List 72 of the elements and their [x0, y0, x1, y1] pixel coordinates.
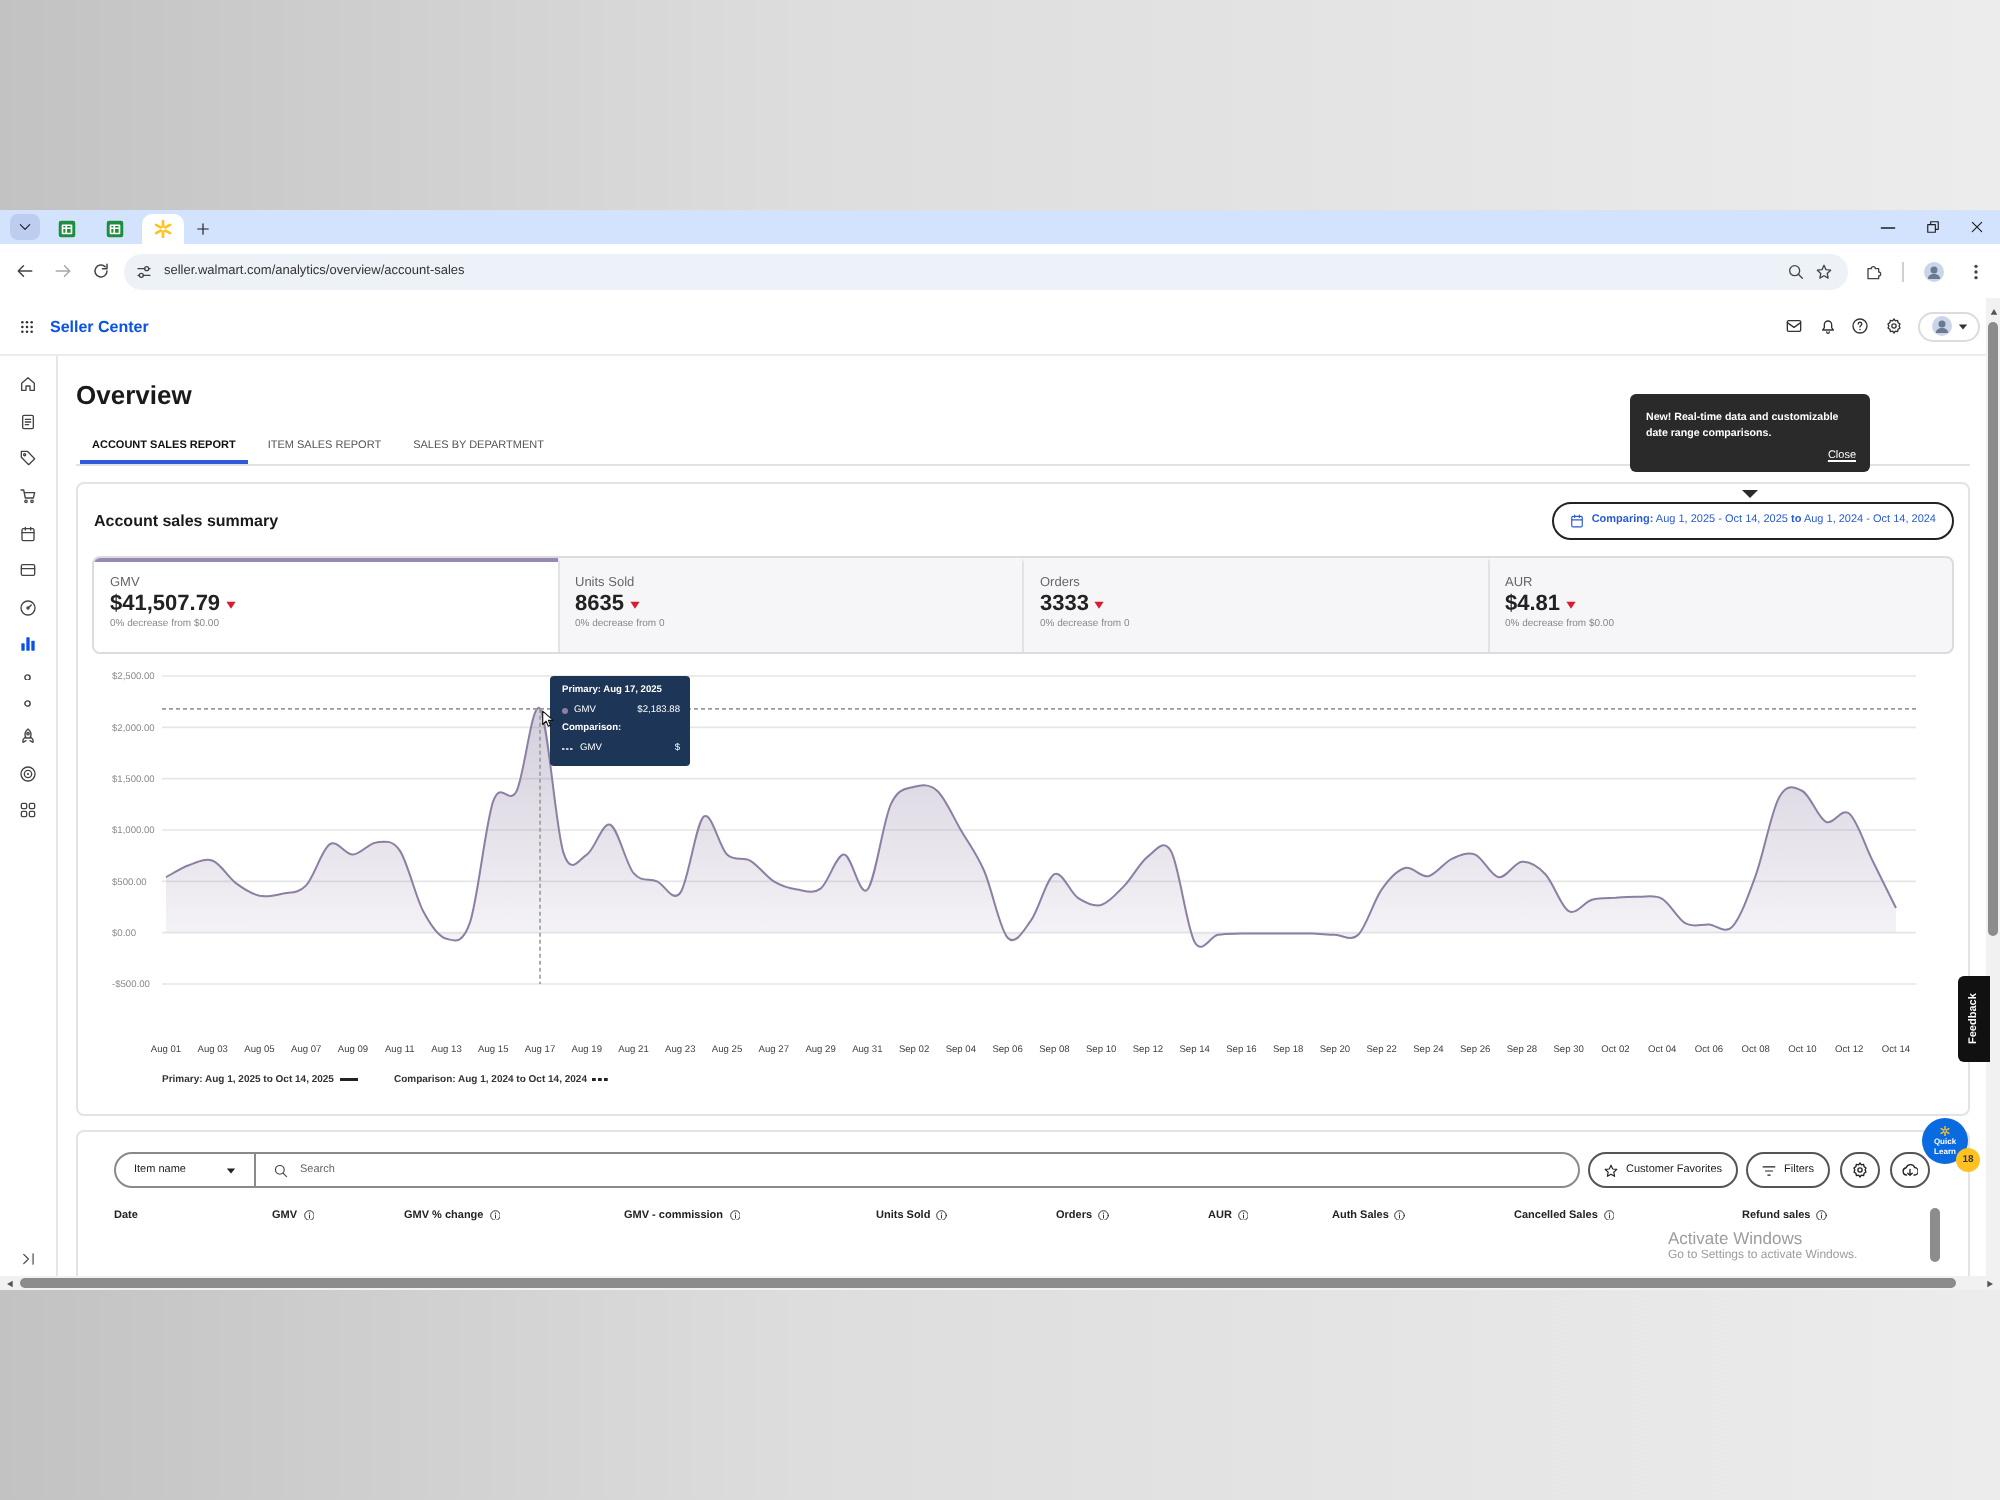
settings-icon [1852, 1162, 1868, 1178]
brand-title[interactable]: Seller Center [50, 317, 149, 335]
close-icon[interactable] [1970, 220, 1984, 234]
scrollbar-thumb[interactable] [1988, 322, 1998, 936]
avatar-icon [1931, 316, 1951, 336]
line-swatch-icon [339, 1078, 358, 1082]
tag-icon[interactable] [20, 450, 36, 467]
help-icon[interactable] [1852, 318, 1868, 334]
spreadsheet-icon [58, 220, 76, 238]
spark-icon [154, 220, 172, 238]
vertical-scrollbar[interactable] [1986, 298, 2000, 1276]
magnifier-icon[interactable] [1788, 263, 1804, 279]
filter-lines-icon [1762, 1163, 1777, 1177]
chevron-down-icon [18, 220, 32, 234]
circle-icon[interactable] [24, 673, 32, 681]
info-icon[interactable] [1816, 1209, 1828, 1221]
sliders-icon[interactable] [136, 263, 152, 279]
mail-icon[interactable] [1786, 318, 1802, 334]
table-settings-button[interactable] [1840, 1152, 1880, 1188]
profile-avatar-icon[interactable] [1924, 261, 1944, 281]
spark-icon [1940, 1126, 1950, 1136]
gauge-icon[interactable] [20, 599, 36, 616]
dashed-line-swatch-icon [592, 1078, 611, 1082]
app-launcher-icon[interactable] [20, 319, 34, 333]
settings-icon[interactable] [1885, 318, 1901, 334]
calendar-icon[interactable] [20, 525, 36, 542]
table-scrollbar[interactable] [1930, 1208, 1940, 1262]
star-icon[interactable] [1816, 263, 1832, 279]
section-title: Account sales summary [94, 511, 279, 529]
series-dot-icon [562, 707, 569, 713]
spreadsheet-icon [106, 220, 124, 238]
info-icon[interactable] [1603, 1209, 1615, 1221]
info-icon[interactable] [1098, 1209, 1110, 1221]
info-icon[interactable] [303, 1209, 315, 1221]
star-icon [1604, 1163, 1619, 1177]
info-icon[interactable] [489, 1209, 501, 1221]
scroll-up-icon[interactable] [1989, 308, 1997, 316]
info-icon[interactable] [936, 1209, 948, 1221]
home-icon[interactable] [20, 376, 36, 393]
info-icon[interactable] [1237, 1209, 1249, 1221]
rocket-icon[interactable] [20, 728, 36, 745]
scroll-left-icon[interactable] [6, 1279, 14, 1287]
apps-icon[interactable] [20, 802, 36, 819]
account-button[interactable] [1918, 311, 1980, 341]
caret-icon [226, 1165, 236, 1175]
cloud-download-icon [1902, 1162, 1918, 1178]
bell-icon[interactable] [1819, 318, 1835, 334]
cart-icon[interactable] [20, 488, 36, 505]
puzzle-icon[interactable] [1866, 263, 1882, 279]
reload-icon[interactable] [92, 262, 110, 280]
document-icon[interactable] [20, 413, 36, 430]
back-arrow-icon[interactable] [16, 262, 34, 280]
new-tab-icon[interactable] [196, 222, 210, 236]
popover-pointer-icon [1742, 490, 1758, 498]
search-icon [274, 1163, 288, 1177]
scrollbar-thumb[interactable] [20, 1278, 1956, 1288]
horizontal-scrollbar[interactable] [0, 1276, 2000, 1290]
dashed-line-icon [562, 747, 575, 749]
tab-search-button[interactable] [10, 214, 40, 240]
mouse-pointer-icon [542, 710, 555, 728]
restore-icon[interactable] [1926, 220, 1940, 234]
activation-title: Activate Windows [1668, 1228, 1805, 1248]
caret-icon [1957, 321, 1967, 331]
circle-icon[interactable] [24, 700, 32, 708]
menu-icon[interactable] [1968, 263, 1984, 279]
calendar-icon [1569, 513, 1584, 527]
info-icon[interactable] [1394, 1209, 1406, 1221]
target-icon[interactable] [20, 765, 36, 782]
card-icon[interactable] [20, 562, 36, 579]
expand-icon[interactable] [21, 1252, 35, 1266]
bar-chart-icon[interactable] [20, 636, 36, 653]
info-icon[interactable] [729, 1209, 741, 1221]
